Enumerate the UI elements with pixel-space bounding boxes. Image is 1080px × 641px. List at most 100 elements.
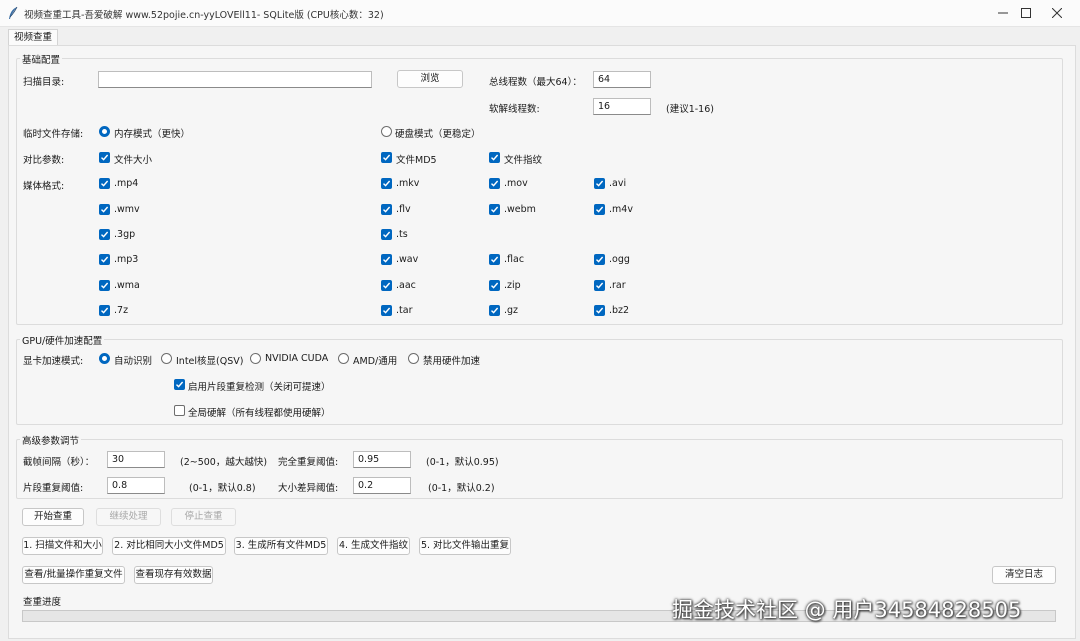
format-mp3-checkbox[interactable] <box>99 254 110 265</box>
format-zip-checkbox[interactable] <box>489 280 500 291</box>
format-aac-checkbox[interactable] <box>381 280 392 291</box>
browse-button[interactable]: 浏览 <box>397 70 463 88</box>
format-rar-checkbox[interactable] <box>594 280 605 291</box>
watermark: 掘金技术社区 @ 用户34584828505 <box>672 598 1022 622</box>
frame-interval-hint: (2~500，越大越快) <box>180 457 268 468</box>
gpu-mode-label-2: NVIDIA CUDA <box>265 353 329 364</box>
size-diff-input[interactable]: 0.2 <box>353 477 411 494</box>
format-avi-checkbox[interactable] <box>594 178 605 189</box>
check-icon <box>176 381 184 388</box>
format-mov-label: .mov <box>504 178 528 189</box>
format-7z-label: .7z <box>114 305 129 316</box>
size-diff-hint: (0-1，默认0.2) <box>428 483 495 494</box>
clear-log-button[interactable]: 清空日志 <box>992 566 1056 584</box>
total-threads-input[interactable]: 64 <box>593 71 651 88</box>
compare-size-checkbox[interactable] <box>99 152 110 163</box>
gpu-mode-label-3: AMD/通用 <box>353 356 398 367</box>
disk-mode-label: 硬盘模式（更稳定） <box>395 129 481 140</box>
close-button[interactable] <box>1034 0 1080 26</box>
format-zip-label: .zip <box>504 280 521 291</box>
view-duplicates-button[interactable]: 查看/批量操作重复文件 <box>22 566 125 584</box>
check-icon <box>491 282 499 289</box>
format-mp4-checkbox[interactable] <box>99 178 110 189</box>
format-wav-checkbox[interactable] <box>381 254 392 265</box>
format-webm-checkbox[interactable] <box>489 204 500 215</box>
format-wmv-checkbox[interactable] <box>99 204 110 215</box>
segment-detect-checkbox[interactable] <box>174 379 185 390</box>
scan-dir-label: 扫描目录: <box>23 77 65 88</box>
soft-threads-input[interactable]: 16 <box>593 98 651 115</box>
check-icon <box>101 180 109 187</box>
check-icon <box>383 282 391 289</box>
stop-button[interactable]: 停止查重 <box>171 508 236 526</box>
view-valid-data-button[interactable]: 查看现存有效数据 <box>134 566 213 584</box>
check-icon <box>596 180 604 187</box>
total-threads-label: 总线程数（最大64）： <box>489 77 582 88</box>
step4-button[interactable]: 4. 生成文件指纹 <box>337 537 410 555</box>
soft-threads-hint: (建议1-16) <box>666 104 714 115</box>
format-3gp-checkbox[interactable] <box>99 229 110 240</box>
gpu-mode-radio-4[interactable] <box>408 353 419 364</box>
check-icon <box>101 206 109 213</box>
check-icon <box>491 256 499 263</box>
format-flac-checkbox[interactable] <box>489 254 500 265</box>
check-icon <box>383 231 391 238</box>
step5-button[interactable]: 5. 对比文件输出重复 <box>419 537 511 555</box>
gpu-mode-label-0: 自动识别 <box>114 356 153 367</box>
resume-button[interactable]: 继续处理 <box>96 508 161 526</box>
frame-interval-input[interactable]: 30 <box>107 451 165 468</box>
check-icon <box>101 256 109 263</box>
gpu-mode-radio-1[interactable] <box>161 353 172 364</box>
gpu-mode-label-4: 禁用硬件加速 <box>423 356 481 367</box>
format-tar-checkbox[interactable] <box>381 305 392 316</box>
format-mov-checkbox[interactable] <box>489 178 500 189</box>
check-icon <box>383 307 391 314</box>
segment-dup-input[interactable]: 0.8 <box>107 477 165 494</box>
format-mp3-label: .mp3 <box>114 254 139 265</box>
size-diff-label: 大小差异阈值: <box>278 483 339 494</box>
check-icon <box>491 206 499 213</box>
start-button[interactable]: 开始查重 <box>22 508 84 526</box>
format-aac-label: .aac <box>396 280 416 291</box>
disk-mode-radio[interactable] <box>381 126 392 137</box>
soft-threads-label: 软解线程数: <box>489 104 540 115</box>
check-icon <box>596 256 604 263</box>
check-icon <box>101 231 109 238</box>
compare-fingerprint-label: 文件指纹 <box>504 155 543 166</box>
format-m4v-checkbox[interactable] <box>594 204 605 215</box>
check-icon <box>491 154 499 161</box>
check-icon <box>596 282 604 289</box>
format-wav-label: .wav <box>396 254 419 265</box>
format-flv-checkbox[interactable] <box>381 204 392 215</box>
tab-video-dedup[interactable]: 视频查重 <box>8 29 58 46</box>
step2-button[interactable]: 2. 对比相同大小文件MD5 <box>112 537 226 555</box>
format-gz-checkbox[interactable] <box>489 305 500 316</box>
step1-button[interactable]: 1. 扫描文件和大小 <box>22 537 103 555</box>
format-7z-checkbox[interactable] <box>99 305 110 316</box>
memory-mode-radio[interactable] <box>99 126 110 137</box>
advanced-group <box>16 439 1063 499</box>
format-bz2-checkbox[interactable] <box>594 305 605 316</box>
full-dup-input[interactable]: 0.95 <box>353 451 411 468</box>
global-hw-checkbox[interactable] <box>174 405 185 416</box>
format-ts-checkbox[interactable] <box>381 229 392 240</box>
format-mp4-label: .mp4 <box>114 178 139 189</box>
step3-button[interactable]: 3. 生成所有文件MD5 <box>234 537 328 555</box>
format-ogg-checkbox[interactable] <box>594 254 605 265</box>
check-icon <box>596 206 604 213</box>
compare-fingerprint-checkbox[interactable] <box>489 152 500 163</box>
gpu-mode-radio-3[interactable] <box>338 353 349 364</box>
gpu-config-title: GPU/硬件加速配置 <box>20 333 105 347</box>
segment-dup-hint: (0-1，默认0.8) <box>189 483 256 494</box>
title-bar: 视频查重工具-吾爱破解 www.52pojie.cn-yyLOVEll11- S… <box>0 0 1080 27</box>
format-mkv-checkbox[interactable] <box>381 178 392 189</box>
compare-md5-checkbox[interactable] <box>381 152 392 163</box>
progress-label: 查重进度 <box>23 597 62 608</box>
global-hw-label: 全局硬解（所有线程都使用硬解） <box>188 408 331 419</box>
segment-detect-label: 启用片段重复检测（关闭可提速） <box>188 382 331 393</box>
scan-dir-input[interactable] <box>98 71 372 88</box>
gpu-mode-radio-0[interactable] <box>99 353 110 364</box>
format-3gp-label: .3gp <box>114 229 136 240</box>
gpu-mode-radio-2[interactable] <box>250 353 261 364</box>
format-wma-checkbox[interactable] <box>99 280 110 291</box>
